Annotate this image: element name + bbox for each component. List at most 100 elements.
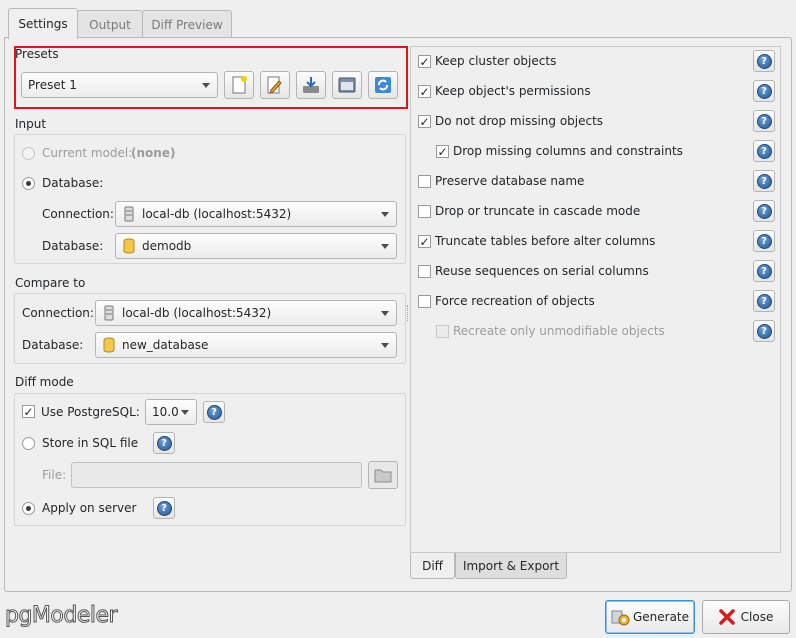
input-title: Input — [15, 117, 47, 131]
pg-version-help-button[interactable]: ? — [203, 401, 225, 423]
compare-connection-value: local-db (localhost:5432) — [122, 306, 272, 320]
preset-combo-value: Preset 1 — [28, 78, 77, 92]
generate-label: Generate — [632, 610, 690, 624]
input-connection-value: local-db (localhost:5432) — [142, 207, 292, 221]
pg-version-combo[interactable]: 10.0 — [145, 399, 197, 425]
tab-diff-preview-label: Diff Preview — [151, 17, 223, 32]
browse-file-button[interactable] — [368, 461, 398, 489]
edit-preset-button[interactable] — [260, 71, 290, 99]
chevron-down-icon — [181, 410, 189, 415]
diff-option-checkbox[interactable]: ✓ — [418, 55, 431, 68]
help-icon: ? — [756, 203, 772, 219]
diff-option-checkbox[interactable] — [418, 295, 431, 308]
help-icon: ? — [756, 233, 772, 249]
chevron-down-icon — [381, 343, 389, 348]
diff-option-checkbox[interactable]: ✓ — [436, 145, 449, 158]
generate-icon — [611, 610, 630, 626]
tab-output[interactable]: Output — [77, 10, 143, 38]
close-button[interactable]: Close — [702, 600, 790, 634]
diff-option-label: Keep object's permissions — [435, 84, 591, 98]
diff-option-help-button[interactable]: ? — [753, 140, 775, 162]
use-postgresql-checkbox[interactable]: ✓ — [22, 405, 35, 418]
diff-option-label: Force recreation of objects — [435, 294, 595, 308]
diff-option-checkbox[interactable] — [418, 175, 431, 188]
diff-option-checkbox[interactable]: ✓ — [418, 235, 431, 248]
diff-option-help-button[interactable]: ? — [753, 80, 775, 102]
remove-preset-icon — [338, 77, 356, 93]
apply-server-radio[interactable] — [22, 502, 35, 515]
tab-output-label: Output — [89, 17, 131, 32]
compare-connection-combo[interactable]: local-db (localhost:5432) — [95, 300, 397, 326]
restore-defaults-button[interactable] — [368, 71, 398, 99]
compare-database-combo[interactable]: new_database — [95, 332, 397, 358]
new-preset-icon — [232, 76, 247, 94]
store-sql-radio[interactable] — [22, 437, 35, 450]
diff-option-checkbox[interactable] — [436, 325, 449, 338]
store-sql-help-button[interactable]: ? — [153, 432, 175, 454]
diff-option-label: Keep cluster objects — [435, 54, 557, 68]
diff-option-checkbox[interactable]: ✓ — [418, 85, 431, 98]
chevron-down-icon — [381, 212, 389, 217]
diff-option-help-button[interactable]: ? — [753, 110, 775, 132]
splitter-handle[interactable] — [407, 305, 409, 321]
file-label: File: — [42, 468, 67, 482]
diff-option-label: Truncate tables before alter columns — [435, 234, 656, 248]
remove-preset-button[interactable] — [332, 71, 362, 99]
diff-option-help-button[interactable]: ? — [753, 320, 775, 342]
diff-option-help-button[interactable]: ? — [753, 200, 775, 222]
apply-server-help-button[interactable]: ? — [153, 497, 175, 519]
new-preset-button[interactable] — [224, 71, 254, 99]
tab-import-export-label: Import & Export — [462, 558, 560, 573]
help-icon: ? — [756, 263, 772, 279]
diff-option-help-button[interactable]: ? — [753, 290, 775, 312]
current-model-radio[interactable] — [22, 147, 35, 160]
current-model-value: (none) — [131, 146, 176, 160]
save-preset-button[interactable] — [296, 71, 326, 99]
presets-title: Presets — [15, 47, 59, 61]
diff-option-label: Do not drop missing objects — [435, 114, 604, 128]
tab-diff[interactable]: Diff — [410, 553, 455, 579]
current-model-label: Current model: — [42, 146, 133, 160]
diff-option-label: Drop missing columns and constraints — [453, 144, 683, 158]
diff-option-help-button[interactable]: ? — [753, 170, 775, 192]
database-radio-label: Database: — [42, 176, 104, 190]
help-icon: ? — [756, 173, 772, 189]
help-icon: ? — [206, 404, 222, 420]
file-input[interactable] — [71, 462, 362, 488]
diff-option-checkbox[interactable] — [418, 205, 431, 218]
database-icon — [102, 337, 116, 353]
help-icon: ? — [756, 143, 772, 159]
help-icon: ? — [756, 83, 772, 99]
tab-diff-preview[interactable]: Diff Preview — [142, 10, 232, 38]
help-icon: ? — [756, 293, 772, 309]
generate-button[interactable]: Generate — [605, 600, 695, 634]
tab-diff-label: Diff — [422, 558, 443, 573]
use-postgresql-label: Use PostgreSQL: — [41, 405, 140, 419]
diff-option-help-button[interactable]: ? — [753, 50, 775, 72]
help-icon: ? — [756, 53, 772, 69]
compare-database-value: new_database — [122, 338, 209, 352]
chevron-down-icon — [381, 244, 389, 249]
folder-icon — [374, 469, 392, 483]
database-radio[interactable] — [22, 177, 35, 190]
diff-option-checkbox[interactable] — [418, 265, 431, 278]
input-database-value: demodb — [142, 239, 192, 253]
tab-settings-label: Settings — [18, 17, 68, 31]
apply-server-label: Apply on server — [42, 501, 137, 515]
help-icon: ? — [756, 113, 772, 129]
diff-option-label: Recreate only unmodifiable objects — [453, 324, 665, 338]
edit-preset-icon — [267, 76, 282, 94]
diff-mode-title: Diff mode — [15, 375, 74, 389]
save-preset-icon — [303, 77, 319, 93]
store-sql-label: Store in SQL file — [42, 436, 139, 450]
tab-settings[interactable]: Settings — [8, 8, 78, 39]
input-database-combo[interactable]: demodb — [115, 233, 397, 259]
diff-option-checkbox[interactable]: ✓ — [418, 115, 431, 128]
diff-option-help-button[interactable]: ? — [753, 230, 775, 252]
tab-import-export[interactable]: Import & Export — [455, 553, 567, 579]
diff-option-help-button[interactable]: ? — [753, 260, 775, 282]
preset-combo[interactable]: Preset 1 — [21, 72, 218, 98]
help-icon: ? — [756, 323, 772, 339]
input-connection-combo[interactable]: local-db (localhost:5432) — [115, 201, 397, 227]
diff-option-label: Preserve database name — [435, 174, 585, 188]
